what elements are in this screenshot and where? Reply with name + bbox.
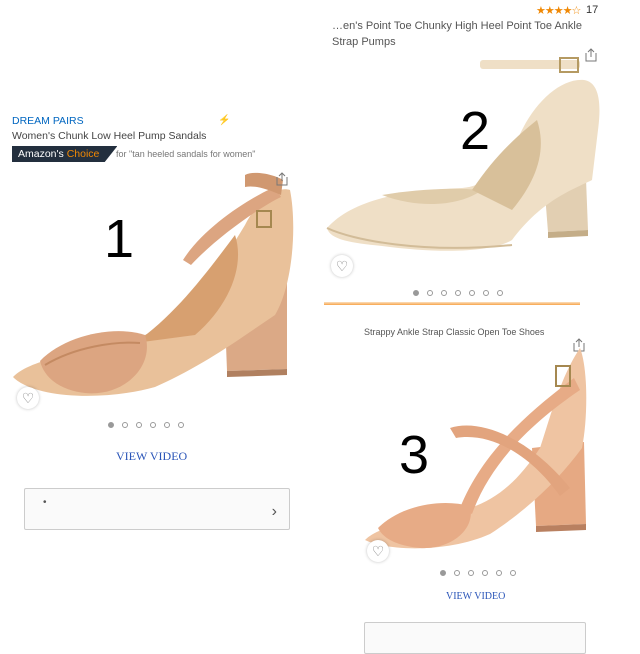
carousel-dot[interactable] bbox=[497, 290, 503, 296]
carousel-dot[interactable] bbox=[413, 290, 419, 296]
product1-number-label: 1 bbox=[104, 209, 135, 269]
carousel-dot[interactable] bbox=[482, 570, 488, 576]
product1-brand[interactable]: DREAM PAIRS bbox=[12, 115, 84, 127]
product2-number-label: 2 bbox=[460, 101, 491, 161]
product3-carousel-dots[interactable] bbox=[440, 570, 516, 576]
amazons-choice-badge: Amazon's Choice bbox=[12, 146, 118, 162]
product3-title[interactable]: Strappy Ankle Strap Classic Open Toe Sho… bbox=[364, 327, 544, 337]
product3-view-video-link[interactable]: VIEW VIDEO bbox=[446, 591, 505, 602]
card-chevron-icon[interactable]: › bbox=[272, 503, 277, 521]
carousel-dot[interactable] bbox=[427, 290, 433, 296]
carousel-dot[interactable] bbox=[164, 422, 170, 428]
product3-info-card[interactable] bbox=[364, 622, 586, 654]
product2-heart-icon[interactable]: ♡ bbox=[331, 255, 353, 277]
rating-count[interactable]: 17 bbox=[586, 4, 598, 16]
product2-title-line1: …en's Point Toe Chunky High Heel Point T… bbox=[332, 20, 582, 32]
carousel-dot[interactable] bbox=[469, 290, 475, 296]
carousel-dot[interactable] bbox=[440, 570, 446, 576]
carousel-dot[interactable] bbox=[510, 570, 516, 576]
product1-carousel-dots[interactable] bbox=[108, 422, 184, 428]
carousel-dot[interactable] bbox=[122, 422, 128, 428]
rating-stars: ★★★★☆ bbox=[536, 5, 581, 17]
carousel-dot[interactable] bbox=[455, 290, 461, 296]
carousel-dot[interactable] bbox=[441, 290, 447, 296]
carousel-dot[interactable] bbox=[496, 570, 502, 576]
card-bullet: • bbox=[43, 497, 47, 508]
product2-share-icon[interactable] bbox=[585, 48, 597, 62]
carousel-dot[interactable] bbox=[136, 422, 142, 428]
product3-heart-icon[interactable]: ♡ bbox=[367, 540, 389, 562]
carousel-dot[interactable] bbox=[454, 570, 460, 576]
carousel-dot[interactable] bbox=[150, 422, 156, 428]
product2-divider bbox=[324, 302, 580, 305]
choice-label: Amazon's bbox=[18, 148, 64, 160]
product2-carousel-dots[interactable] bbox=[413, 290, 503, 296]
product1-heart-icon[interactable]: ♡ bbox=[17, 387, 39, 409]
carousel-dot[interactable] bbox=[483, 290, 489, 296]
product1-share-icon[interactable] bbox=[276, 172, 288, 186]
product1-title[interactable]: Women's Chunk Low Heel Pump Sandals bbox=[12, 130, 206, 142]
choice-highlight: Choice bbox=[66, 148, 100, 160]
carousel-dot[interactable] bbox=[108, 422, 114, 428]
choice-for-query: for "tan heeled sandals for women" bbox=[116, 149, 256, 159]
product1-info-card[interactable]: • › bbox=[24, 488, 290, 530]
carousel-dot[interactable] bbox=[468, 570, 474, 576]
product1-shoe-image[interactable] bbox=[5, 165, 305, 410]
carousel-dot[interactable] bbox=[178, 422, 184, 428]
product3-number-label: 3 bbox=[399, 425, 430, 485]
product1-view-video-link[interactable]: VIEW VIDEO bbox=[116, 449, 187, 464]
prime-badge-icon: ⚡ bbox=[218, 115, 231, 126]
product3-shoe-image[interactable] bbox=[360, 338, 590, 558]
